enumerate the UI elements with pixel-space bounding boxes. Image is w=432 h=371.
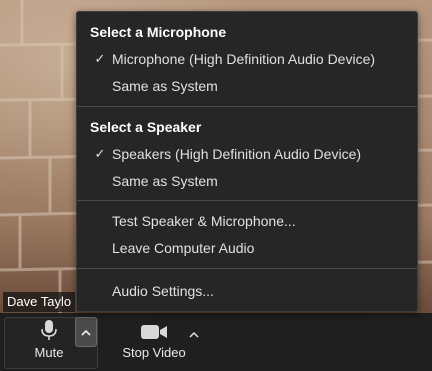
stop-video-button[interactable]: Stop Video xyxy=(116,323,192,360)
video-options-caret[interactable] xyxy=(183,319,205,349)
speaker-section-header: Select a Speaker xyxy=(90,119,202,135)
video-camera-icon xyxy=(141,325,167,339)
menu-item-label: Speakers (High Definition Audio Device) xyxy=(112,146,362,162)
menu-item-leave-computer-audio[interactable]: Leave Computer Audio xyxy=(77,237,417,259)
menu-item-label: Test Speaker & Microphone... xyxy=(112,213,296,229)
microphone-section-header: Select a Microphone xyxy=(90,24,227,40)
menu-separator xyxy=(77,268,417,269)
menu-item-label: Leave Computer Audio xyxy=(112,240,255,256)
checkmark-icon: ✓ xyxy=(94,146,106,161)
audio-options-caret[interactable] xyxy=(75,317,97,347)
stop-video-label: Stop Video xyxy=(122,345,186,360)
menu-item-microphone-same-as-system[interactable]: Same as System xyxy=(77,75,417,97)
meeting-toolbar: Mute Stop Video xyxy=(0,313,432,371)
menu-item-audio-settings[interactable]: Audio Settings... xyxy=(77,280,417,302)
chevron-up-icon xyxy=(189,331,199,338)
menu-item-label: Same as System xyxy=(112,173,218,189)
chevron-up-icon xyxy=(81,329,91,336)
menu-item-speaker-same-as-system[interactable]: Same as System xyxy=(77,170,417,192)
menu-item-microphone-hd[interactable]: ✓ Microphone (High Definition Audio Devi… xyxy=(77,48,417,70)
mute-label: Mute xyxy=(34,345,64,360)
menu-item-label: Same as System xyxy=(112,78,218,94)
menu-item-label: Audio Settings... xyxy=(112,283,214,299)
menu-separator xyxy=(77,106,417,107)
menu-item-label: Microphone (High Definition Audio Device… xyxy=(112,51,376,67)
audio-options-menu: Select a Microphone ✓ Microphone (High D… xyxy=(76,11,418,312)
menu-item-test-speaker-microphone[interactable]: Test Speaker & Microphone... xyxy=(77,210,417,232)
menu-item-speaker-hd[interactable]: ✓ Speakers (High Definition Audio Device… xyxy=(77,143,417,165)
checkmark-icon: ✓ xyxy=(94,51,106,66)
microphone-icon xyxy=(41,320,57,340)
mute-button[interactable]: Mute xyxy=(24,319,74,360)
participant-name-tag: Dave Taylo xyxy=(3,292,76,312)
menu-separator xyxy=(77,200,417,201)
